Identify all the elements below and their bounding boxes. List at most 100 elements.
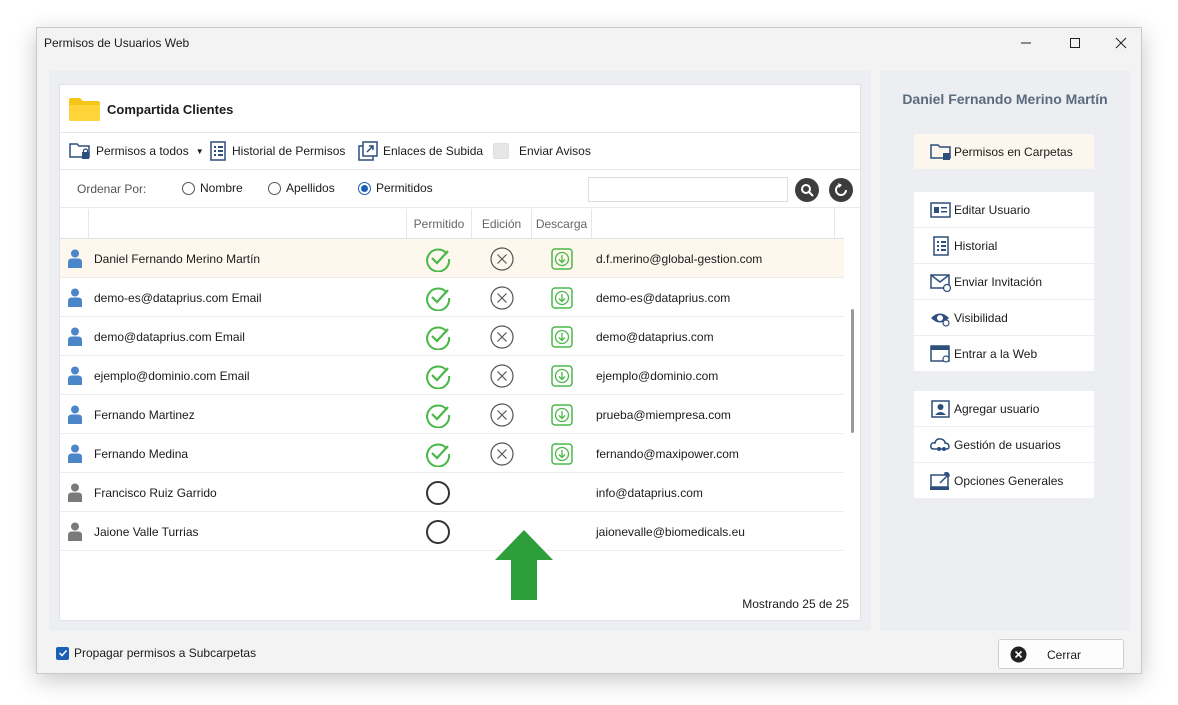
sort-bar: Ordenar Por: Nombre Apellidos Permitidos (60, 170, 860, 208)
allowed-check-icon[interactable] (425, 246, 451, 272)
table-row[interactable]: demo-es@dataprius.com Email demo-es@datap… (60, 278, 844, 317)
folder-name: Compartida Clientes (107, 102, 234, 117)
column-permitido[interactable]: Permitido (406, 209, 471, 239)
search-icon (801, 184, 814, 197)
gestion-usuarios-button[interactable]: Gestión de usuarios (914, 427, 1094, 462)
search-input[interactable] (588, 177, 788, 202)
add-user-icon (931, 399, 950, 418)
maximize-button[interactable] (1063, 31, 1087, 55)
user-icon (68, 366, 82, 385)
green-arrow-up-icon (495, 530, 553, 600)
table-row[interactable]: Fernando Martinez prueba@miempresa.com (60, 395, 844, 434)
table-row[interactable]: Fernando Medina fernando@maxipower.com (60, 434, 844, 473)
enviar-invitacion-button[interactable]: Enviar Invitación (914, 264, 1094, 299)
column-descarga[interactable]: Descarga (531, 209, 591, 239)
column-edicion[interactable]: Edición (471, 209, 531, 239)
historial-permisos-button[interactable]: Historial de Permisos (209, 139, 345, 163)
grid-header: Permitido Edición Descarga (60, 209, 844, 239)
entrar-web-label: Entrar a la Web (954, 346, 1038, 361)
folder-icon (69, 98, 100, 121)
search-button[interactable] (795, 178, 819, 202)
table-row[interactable]: Francisco Ruiz Garrido info@dataprius.com (60, 473, 844, 512)
close-window-button[interactable] (1109, 31, 1133, 55)
enlaces-subida-button[interactable]: Enlaces de Subida (358, 139, 483, 163)
radio-circle[interactable] (268, 181, 281, 195)
not-allowed-circle-icon[interactable] (425, 519, 451, 545)
records-count: Mostrando 25 de 25 (742, 597, 849, 611)
entrar-web-button[interactable]: Entrar a la Web (914, 336, 1094, 371)
title-bar: Permisos de Usuarios Web (37, 28, 1141, 58)
user-email: jaionevalle@biomedicals.eu (596, 525, 745, 539)
selected-user-name: Daniel Fernando Merino Martín (902, 91, 1108, 107)
allowed-check-icon[interactable] (425, 324, 451, 350)
envelope-icon (930, 273, 952, 292)
editar-usuario-button[interactable]: Editar Usuario (914, 192, 1094, 227)
user-icon (68, 327, 82, 346)
enviar-invitacion-label: Enviar Invitación (954, 274, 1043, 289)
table-row[interactable]: ejemplo@dominio.com Email ejemplo@dominio… (60, 356, 844, 395)
refresh-button[interactable] (829, 178, 853, 202)
user-name: Jaione Valle Turrias (94, 525, 199, 539)
sort-permitidos-radio[interactable]: Permitidos (358, 181, 433, 195)
download-icon[interactable] (549, 363, 575, 389)
download-icon[interactable] (549, 441, 575, 467)
settings-wrench-icon (930, 471, 950, 490)
user-icon (68, 444, 82, 463)
edit-denied-icon[interactable] (489, 285, 515, 311)
name-column-header (88, 209, 406, 239)
user-email: ejemplo@dominio.com (596, 369, 719, 383)
link-icon (358, 141, 378, 161)
vertical-scrollbar[interactable] (851, 309, 854, 433)
chevron-down-icon: ▼ (195, 146, 204, 156)
window-title: Permisos de Usuarios Web (44, 36, 190, 50)
download-icon[interactable] (549, 402, 575, 428)
user-icon (68, 288, 82, 307)
maximize-icon (1070, 38, 1080, 48)
radio-circle-selected[interactable] (358, 181, 371, 195)
sort-nombre-radio[interactable]: Nombre (182, 181, 243, 195)
download-icon[interactable] (549, 246, 575, 272)
enlaces-subida-label: Enlaces de Subida (383, 144, 484, 158)
enviar-avisos-checkbox[interactable]: Enviar Avisos (493, 139, 591, 163)
user-name: Fernando Martinez (94, 408, 195, 422)
edit-denied-icon[interactable] (489, 441, 515, 467)
radio-circle[interactable] (182, 181, 195, 195)
enviar-avisos-label: Enviar Avisos (519, 144, 591, 158)
allowed-check-icon[interactable] (425, 402, 451, 428)
user-icon (68, 522, 82, 541)
eye-icon (931, 313, 950, 327)
download-icon[interactable] (549, 285, 575, 311)
sort-apellidos-radio[interactable]: Apellidos (268, 181, 335, 195)
permisos-todos-label: Permisos a todos (96, 144, 189, 158)
folder-card: Compartida Clientes Permisos a todos ▼ H… (59, 84, 861, 621)
check-box-checked[interactable] (56, 646, 69, 660)
cerrar-button[interactable]: Cerrar (998, 639, 1124, 669)
enviar-avisos-box[interactable] (493, 143, 509, 159)
historial-button[interactable]: Historial (914, 228, 1094, 263)
allowed-check-icon[interactable] (425, 285, 451, 311)
users-grid: Permitido Edición Descarga Daniel Fernan… (60, 209, 844, 587)
visibilidad-button[interactable]: Visibilidad (914, 300, 1094, 335)
permisos-carpetas-button[interactable]: Permisos en Carpetas (914, 134, 1094, 169)
minimize-button[interactable] (1014, 31, 1038, 55)
edit-denied-icon[interactable] (489, 363, 515, 389)
edit-denied-icon[interactable] (489, 324, 515, 350)
propagar-checkbox[interactable]: Propagar permisos a Subcarpetas (56, 646, 256, 660)
editar-usuario-label: Editar Usuario (954, 202, 1031, 217)
table-row[interactable]: Jaione Valle Turrias jaionevalle@biomedic… (60, 512, 844, 551)
agregar-usuario-button[interactable]: Agregar usuario (914, 391, 1094, 426)
allowed-check-icon[interactable] (425, 441, 451, 467)
permisos-todos-dropdown[interactable]: Permisos a todos ▼ (69, 139, 204, 163)
opciones-generales-button[interactable]: Opciones Generales (914, 463, 1094, 498)
edit-denied-icon[interactable] (489, 246, 515, 272)
edit-denied-icon[interactable] (489, 402, 515, 428)
close-icon (1115, 37, 1127, 49)
opciones-generales-label: Opciones Generales (954, 473, 1064, 488)
allowed-check-icon[interactable] (425, 363, 451, 389)
download-icon[interactable] (549, 324, 575, 350)
checkmark-icon (58, 649, 67, 657)
user-name: ejemplo@dominio.com Email (94, 369, 250, 383)
table-row[interactable]: demo@dataprius.com Email demo@dataprius.c… (60, 317, 844, 356)
not-allowed-circle-icon[interactable] (425, 480, 451, 506)
table-row[interactable]: Daniel Fernando Merino Martín d.f.merino@… (60, 239, 844, 278)
